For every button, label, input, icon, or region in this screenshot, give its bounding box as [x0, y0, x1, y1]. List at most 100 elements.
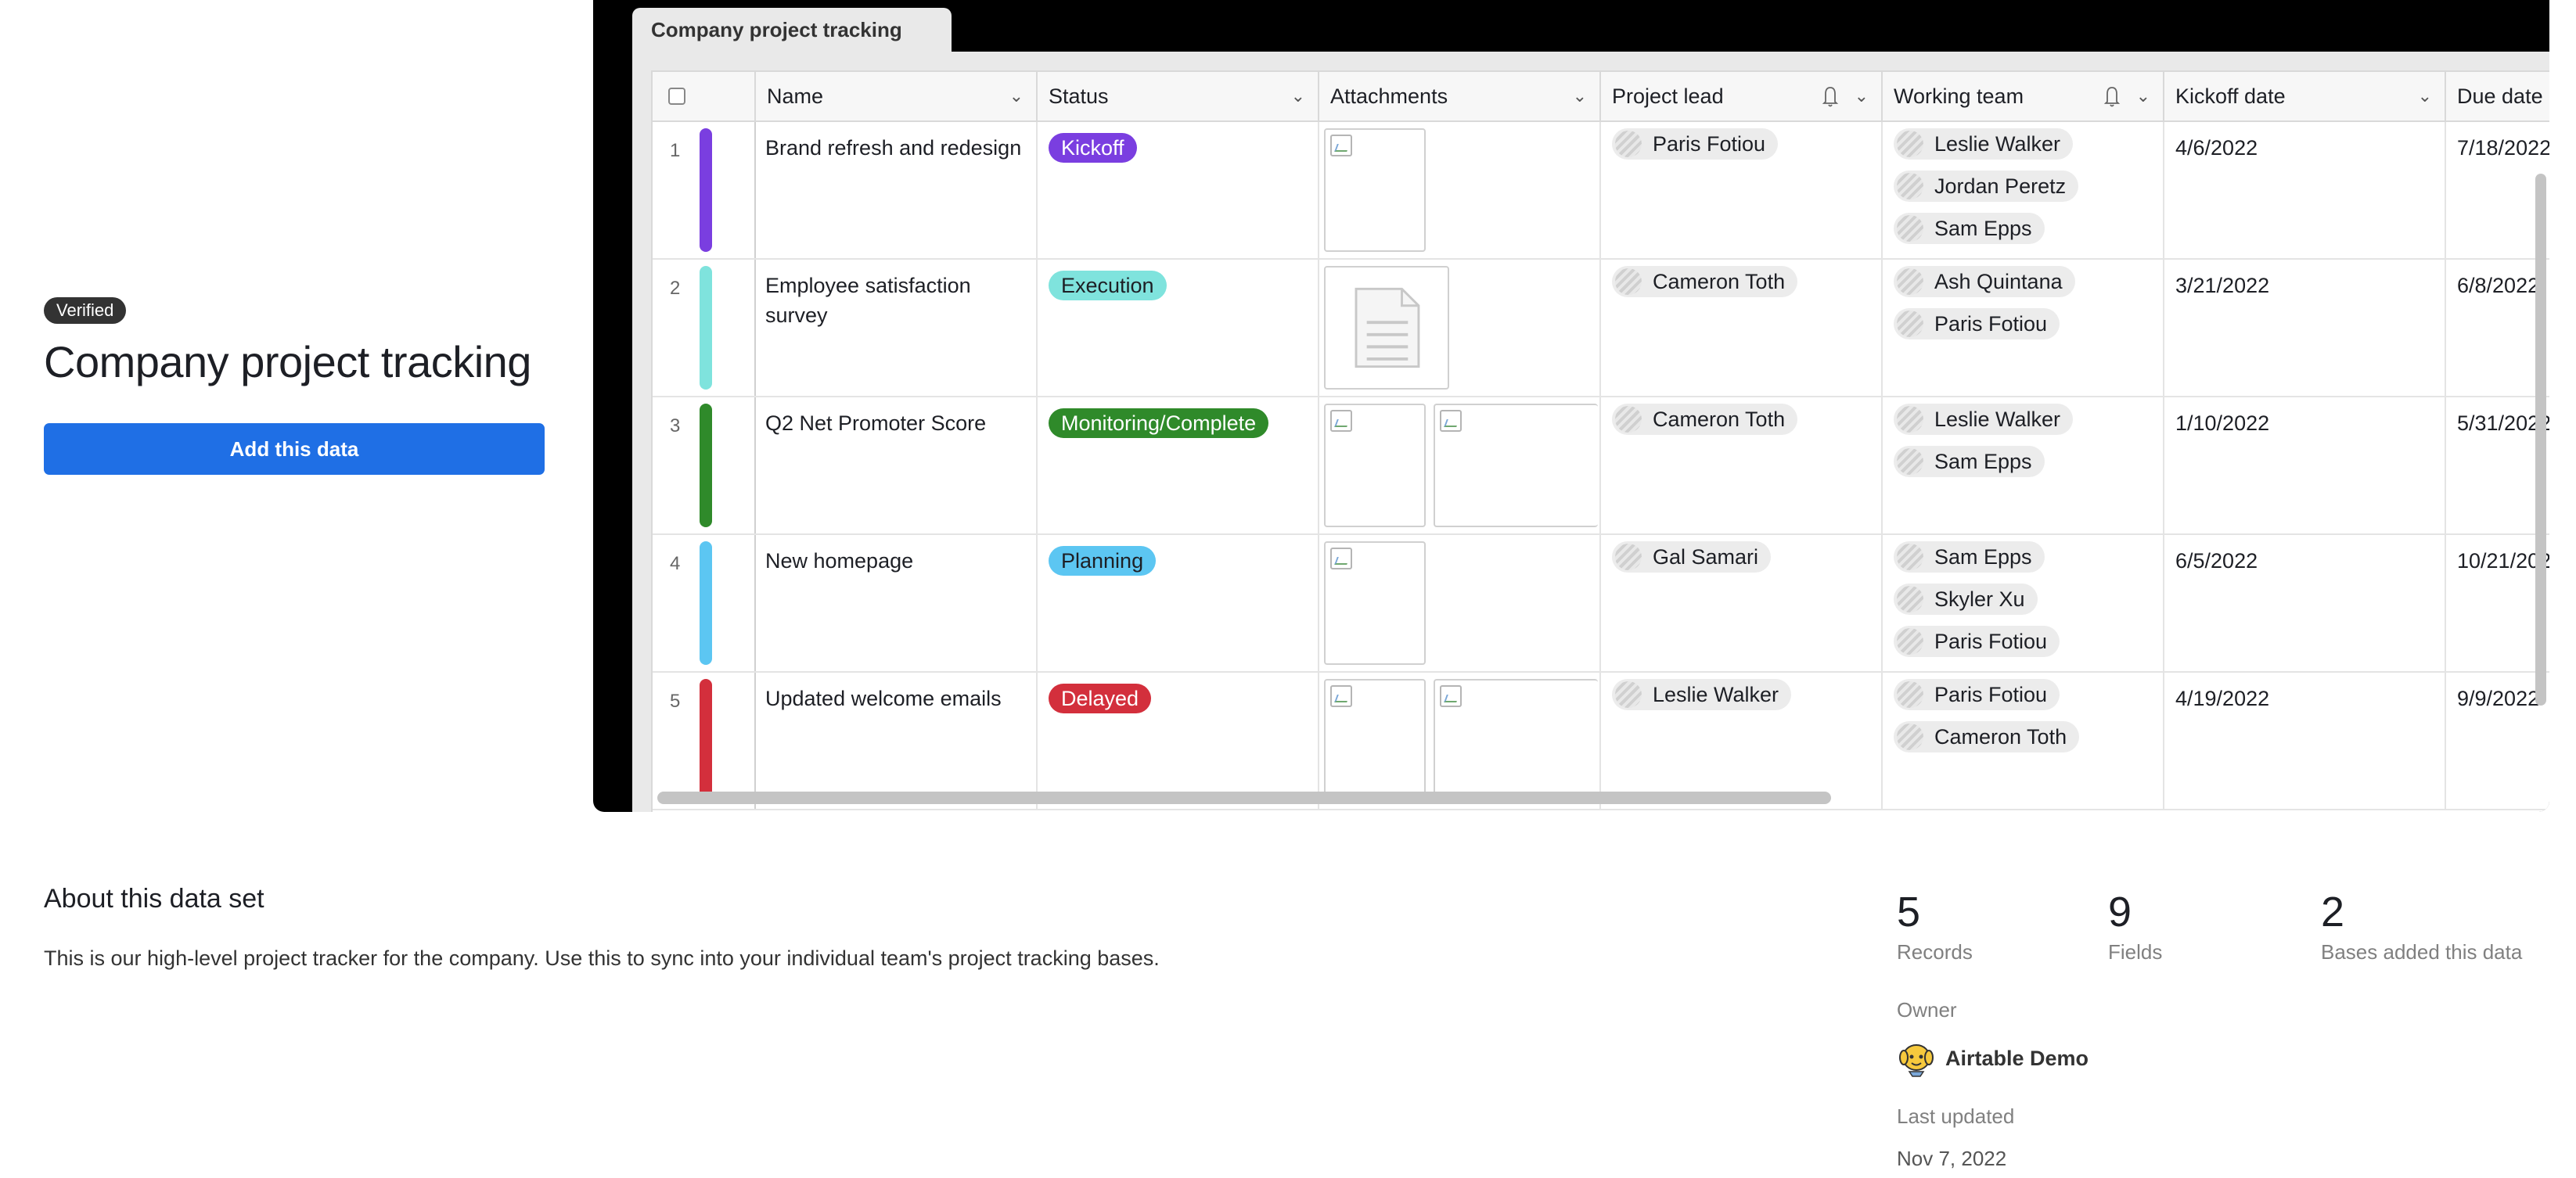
select-all-checkbox[interactable]: [668, 88, 685, 105]
stat-records-label: Records: [1897, 940, 1973, 964]
collaborator-chip[interactable]: Sam Epps: [1894, 446, 2045, 477]
attachment-thumbnail[interactable]: [1434, 404, 1598, 527]
project-lead-cell[interactable]: Leslie Walker: [1601, 673, 1883, 809]
kickoff-date-cell[interactable]: 1/10/2022: [2164, 397, 2446, 533]
collaborator-chip[interactable]: Sam Epps: [1894, 541, 2045, 573]
chevron-down-icon[interactable]: ⌄: [1855, 72, 1869, 120]
chevron-down-icon[interactable]: ⌄: [2418, 72, 2432, 120]
horizontal-scrollbar[interactable]: [657, 792, 1831, 804]
table-row[interactable]: 3 Q2 Net Promoter Score Monitoring/Complet…: [653, 397, 2549, 535]
project-lead-cell[interactable]: Gal Samari: [1601, 535, 1883, 671]
due-date-cell[interactable]: 7/18/2022: [2446, 122, 2549, 258]
kickoff-date-cell[interactable]: 3/21/2022: [2164, 260, 2446, 396]
broken-image-icon: [1440, 410, 1462, 432]
attachment-thumbnail[interactable]: [1324, 404, 1426, 527]
attachments-cell[interactable]: [1319, 535, 1601, 671]
collaborator-chip[interactable]: Ash Quintana: [1894, 266, 2075, 297]
collaborator-chip[interactable]: Gal Samari: [1612, 541, 1772, 573]
status-cell[interactable]: Kickoff: [1038, 122, 1319, 258]
collaborator-chip[interactable]: Cameron Toth: [1612, 266, 1798, 297]
column-header-due-date[interactable]: Due date: [2446, 72, 2549, 120]
project-lead-cell[interactable]: Paris Fotiou: [1601, 122, 1883, 258]
column-header-kickoff-date[interactable]: Kickoff date ⌄: [2164, 72, 2446, 120]
due-date-cell[interactable]: 5/31/2022: [2446, 397, 2549, 533]
attachments-cell[interactable]: [1319, 260, 1601, 396]
table-row[interactable]: 5 Updated welcome emails Delayed Leslie Wal…: [653, 673, 2549, 810]
column-header-project-lead[interactable]: Project lead ⌄: [1601, 72, 1883, 120]
status-cell[interactable]: Execution: [1038, 260, 1319, 396]
working-team-cell[interactable]: Ash Quintana Paris Fotiou: [1883, 260, 2164, 396]
collaborator-chip[interactable]: Leslie Walker: [1894, 404, 2074, 435]
collaborator-name: Gal Samari: [1653, 545, 1759, 569]
owner-label: Owner: [1897, 998, 1957, 1022]
broken-image-icon: [1330, 410, 1352, 432]
status-cell[interactable]: Monitoring/Complete: [1038, 397, 1319, 533]
collaborator-chip[interactable]: Paris Fotiou: [1612, 128, 1779, 160]
status-pill: Planning: [1049, 546, 1157, 576]
table-row[interactable]: 2 Employee satisfaction survey Execution Ca…: [653, 260, 2549, 397]
working-team-cell[interactable]: Sam Epps Skyler Xu Paris Fotiou: [1883, 535, 2164, 671]
collaborator-chip[interactable]: Cameron Toth: [1894, 721, 2080, 752]
attachment-thumbnail[interactable]: [1324, 128, 1426, 252]
attachments-cell[interactable]: [1319, 397, 1601, 533]
name-cell[interactable]: Brand refresh and redesign: [756, 122, 1038, 258]
collaborator-name: Paris Fotiou: [1934, 683, 2048, 706]
owner-name[interactable]: Airtable Demo: [1945, 1047, 2089, 1071]
attachments-cell[interactable]: [1319, 673, 1601, 809]
chevron-down-icon[interactable]: ⌄: [2136, 72, 2150, 120]
attachment-thumbnail[interactable]: [1434, 679, 1598, 803]
collaborator-name: Ash Quintana: [1934, 270, 2063, 293]
vertical-scrollbar[interactable]: [2535, 174, 2546, 706]
name-cell[interactable]: Updated welcome emails: [756, 673, 1038, 809]
collaborator-chip[interactable]: Leslie Walker: [1612, 679, 1792, 710]
working-team-cell[interactable]: Leslie Walker Jordan Peretz Sam Epps: [1883, 122, 2164, 258]
collaborator-chip[interactable]: Skyler Xu: [1894, 584, 2038, 615]
table-row[interactable]: 1 Brand refresh and redesign Kickoff Paris …: [653, 122, 2549, 260]
avatar: [1615, 544, 1642, 570]
status-cell[interactable]: Delayed: [1038, 673, 1319, 809]
collaborator-chip[interactable]: Jordan Peretz: [1894, 171, 2079, 202]
column-header-attachments[interactable]: Attachments ⌄: [1319, 72, 1601, 120]
avatar: [1897, 544, 1923, 570]
collaborator-chip[interactable]: Cameron Toth: [1612, 404, 1798, 435]
data-grid: Name ⌄ Status ⌄ Attachments ⌄ Project lead ⌄ Wor…: [651, 70, 2549, 812]
table-row[interactable]: 4 New homepage Planning Gal Samari Sam Epps S…: [653, 535, 2549, 673]
column-header-working-team[interactable]: Working team ⌄: [1883, 72, 2164, 120]
collaborator-chip[interactable]: Paris Fotiou: [1894, 308, 2060, 339]
due-date-cell[interactable]: 9/9/2022: [2446, 673, 2549, 809]
working-team-cell[interactable]: Leslie Walker Sam Epps: [1883, 397, 2164, 533]
chevron-down-icon[interactable]: ⌄: [1009, 72, 1024, 120]
bell-icon[interactable]: [1820, 72, 1840, 120]
attachments-cell[interactable]: [1319, 122, 1601, 258]
project-lead-cell[interactable]: Cameron Toth: [1601, 397, 1883, 533]
avatar: [1897, 268, 1923, 295]
attachment-thumbnail[interactable]: [1324, 541, 1426, 665]
collaborator-chip[interactable]: Paris Fotiou: [1894, 679, 2060, 710]
name-cell[interactable]: Employee satisfaction survey: [756, 260, 1038, 396]
kickoff-date-cell[interactable]: 4/19/2022: [2164, 673, 2446, 809]
row-number: 2: [670, 278, 681, 299]
collaborator-chip[interactable]: Sam Epps: [1894, 213, 2045, 244]
due-date-cell[interactable]: 6/8/2022: [2446, 260, 2549, 396]
column-header-name[interactable]: Name ⌄: [756, 72, 1038, 120]
document-icon[interactable]: [1324, 266, 1449, 390]
chevron-down-icon[interactable]: ⌄: [1291, 72, 1305, 120]
bell-icon[interactable]: [2102, 72, 2122, 120]
collaborator-chip[interactable]: Paris Fotiou: [1894, 626, 2060, 657]
table-tab[interactable]: Company project tracking: [632, 8, 952, 52]
owner[interactable]: Airtable Demo: [1897, 1039, 2089, 1078]
kickoff-date-cell[interactable]: 6/5/2022: [2164, 535, 2446, 671]
due-date-cell[interactable]: 10/21/2022: [2446, 535, 2549, 671]
attachment-thumbnail[interactable]: [1324, 679, 1426, 803]
collaborator-chip[interactable]: Leslie Walker: [1894, 128, 2074, 160]
name-cell[interactable]: Q2 Net Promoter Score: [756, 397, 1038, 533]
chevron-down-icon[interactable]: ⌄: [1573, 72, 1587, 120]
add-this-data-button[interactable]: Add this data: [44, 423, 545, 475]
status-cell[interactable]: Planning: [1038, 535, 1319, 671]
kickoff-date-cell[interactable]: 4/6/2022: [2164, 122, 2446, 258]
project-lead-cell[interactable]: Cameron Toth: [1601, 260, 1883, 396]
working-team-cell[interactable]: Paris Fotiou Cameron Toth: [1883, 673, 2164, 809]
broken-image-icon: [1440, 685, 1462, 707]
column-header-status[interactable]: Status ⌄: [1038, 72, 1319, 120]
name-cell[interactable]: New homepage: [756, 535, 1038, 671]
